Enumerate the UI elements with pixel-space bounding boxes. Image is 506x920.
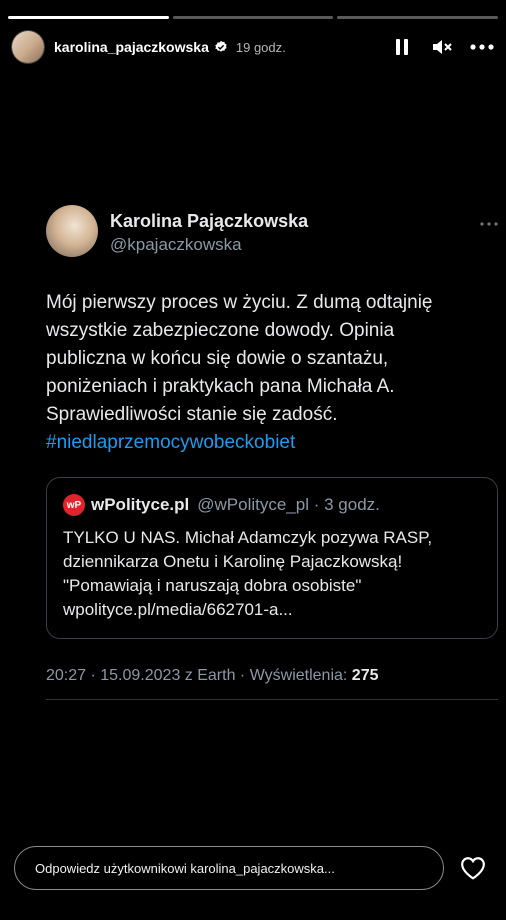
heart-icon[interactable] [459, 854, 487, 882]
views-count: 275 [351, 667, 379, 684]
username[interactable]: karolina_pajaczkowska [54, 39, 209, 55]
tweet-card[interactable]: Karolina Pajączkowska @kpajaczkowska Mój… [46, 205, 498, 700]
tweet-line: poniżeniach i praktykach pana Michała A. [46, 376, 395, 397]
story-progress-bar [8, 16, 499, 19]
tweet-line: wszystkie zabezpieczone dowody. Opinia [46, 320, 395, 341]
pause-icon[interactable] [390, 35, 414, 59]
more-horizontal-icon[interactable] [470, 35, 494, 59]
quoted-line: TYLKO U NAS. Michał Adamczyk pozywa RASP… [63, 528, 433, 547]
tweet-more-icon[interactable] [480, 213, 498, 231]
tweet-author-avatar[interactable] [46, 205, 98, 257]
tweet-author-handle[interactable]: @kpajaczkowska [110, 235, 308, 255]
user-avatar[interactable] [12, 31, 44, 63]
quoted-tweet-text: TYLKO U NAS. Michał Adamczyk pozywa RASP… [63, 526, 483, 622]
quoted-line: dziennikarza Onetu i Karolinę Pajaczkows… [63, 552, 403, 571]
wpolityce-logo-icon: wP [63, 494, 85, 516]
quoted-line: wpolityce.pl/media/662701-a... [63, 600, 293, 619]
divider [46, 699, 498, 700]
post-time: 19 godz. [235, 39, 286, 55]
progress-segment-1 [8, 16, 169, 19]
tweet-meta: 20:27 · 15.09.2023 z Earth · Wyświetleni… [46, 667, 498, 685]
story-header: karolina_pajaczkowska 19 godz. [12, 28, 494, 66]
tweet-author-name[interactable]: Karolina Pajączkowska [110, 211, 308, 232]
hashtag-link[interactable]: #niedlaprzemocywobeckobiet [46, 429, 486, 457]
quoted-line: "Pomawiają i naruszają dobra osobiste" [63, 576, 362, 595]
tweet-timestamp-source: 20:27 · 15.09.2023 z Earth · Wyświetleni… [46, 667, 352, 684]
tweet-line: Mój pierwszy proces w życiu. Z dumą odta… [46, 292, 433, 313]
speaker-muted-icon[interactable] [430, 35, 454, 59]
verified-badge-icon [214, 40, 228, 54]
reply-bar [14, 846, 487, 890]
tweet-line: Sprawiedliwości stanie się zadość. [46, 404, 338, 425]
quoted-author-name: wPolityce.pl [91, 495, 190, 514]
quoted-tweet[interactable]: wP wPolityce.pl @wPolityce_pl · 3 godz. … [46, 477, 498, 639]
quoted-author-handle-time: @wPolityce_pl · 3 godz. [197, 495, 380, 514]
reply-input[interactable] [14, 846, 444, 890]
progress-segment-3 [337, 16, 499, 19]
tweet-line: publiczna w końcu się dowie o szantażu, [46, 348, 389, 369]
tweet-text: Mój pierwszy proces w życiu. Z dumą odta… [46, 289, 486, 457]
progress-segment-2 [172, 16, 334, 19]
